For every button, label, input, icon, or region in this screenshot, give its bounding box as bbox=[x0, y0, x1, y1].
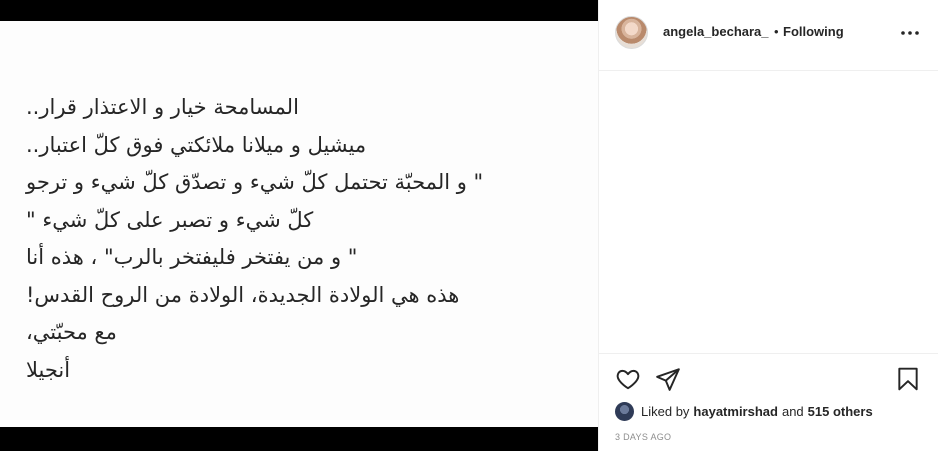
post-actions: Liked by hayatmirshad and 515 others 3 D… bbox=[599, 353, 938, 451]
post-image-text: المسامحة خيار و الاعتذار قرار.. ميشيل و … bbox=[26, 89, 554, 389]
post-line: كلّ شيء و تصبر على كلّ شيء " bbox=[26, 207, 314, 232]
heart-icon[interactable] bbox=[615, 366, 641, 392]
post-side-panel: angela_bechara_ • Following Liked by hay… bbox=[598, 0, 938, 451]
likes-summary: Liked by hayatmirshad and 515 others bbox=[615, 401, 877, 421]
liked-by-label: Liked by bbox=[641, 403, 690, 419]
share-icon[interactable] bbox=[655, 366, 681, 392]
author-avatar[interactable] bbox=[615, 16, 648, 49]
post-image: المسامحة خيار و الاعتذار قرار.. ميشيل و … bbox=[0, 21, 598, 427]
post-timestamp[interactable]: 3 DAYS AGO bbox=[615, 432, 671, 442]
liker-username[interactable]: hayatmirshad bbox=[693, 404, 778, 419]
post-header: angela_bechara_ • Following bbox=[599, 0, 938, 71]
bookmark-icon[interactable] bbox=[895, 366, 921, 392]
post-line: " و من يفتخر فليفتخر بالرب" ، هذه أنا bbox=[26, 245, 358, 269]
likes-others-link[interactable]: 515 others bbox=[808, 404, 873, 419]
post-line: هذه هي الولادة الجديدة، الولادة من الروح… bbox=[26, 282, 460, 307]
likes-connector: and bbox=[781, 403, 804, 419]
following-button[interactable]: Following bbox=[783, 24, 844, 39]
more-horizontal-icon[interactable] bbox=[899, 26, 921, 40]
separator-dot: • bbox=[774, 24, 779, 39]
liker-avatar[interactable] bbox=[615, 401, 634, 421]
post-line: ميشيل و ميلانا ملائكتي فوق كلّ اعتبار.. bbox=[26, 132, 367, 157]
post-line: أنجيلا bbox=[26, 357, 71, 382]
post-line: " و المحبّة تحتمل كلّ شيء و تصدّق كلّ شي… bbox=[26, 170, 484, 194]
author-username[interactable]: angela_bechara_ bbox=[663, 24, 769, 39]
post-line: المسامحة خيار و الاعتذار قرار.. bbox=[26, 95, 299, 119]
post-line: مع محبّتي، bbox=[26, 320, 117, 344]
post-media[interactable]: المسامحة خيار و الاعتذار قرار.. ميشيل و … bbox=[0, 0, 598, 451]
